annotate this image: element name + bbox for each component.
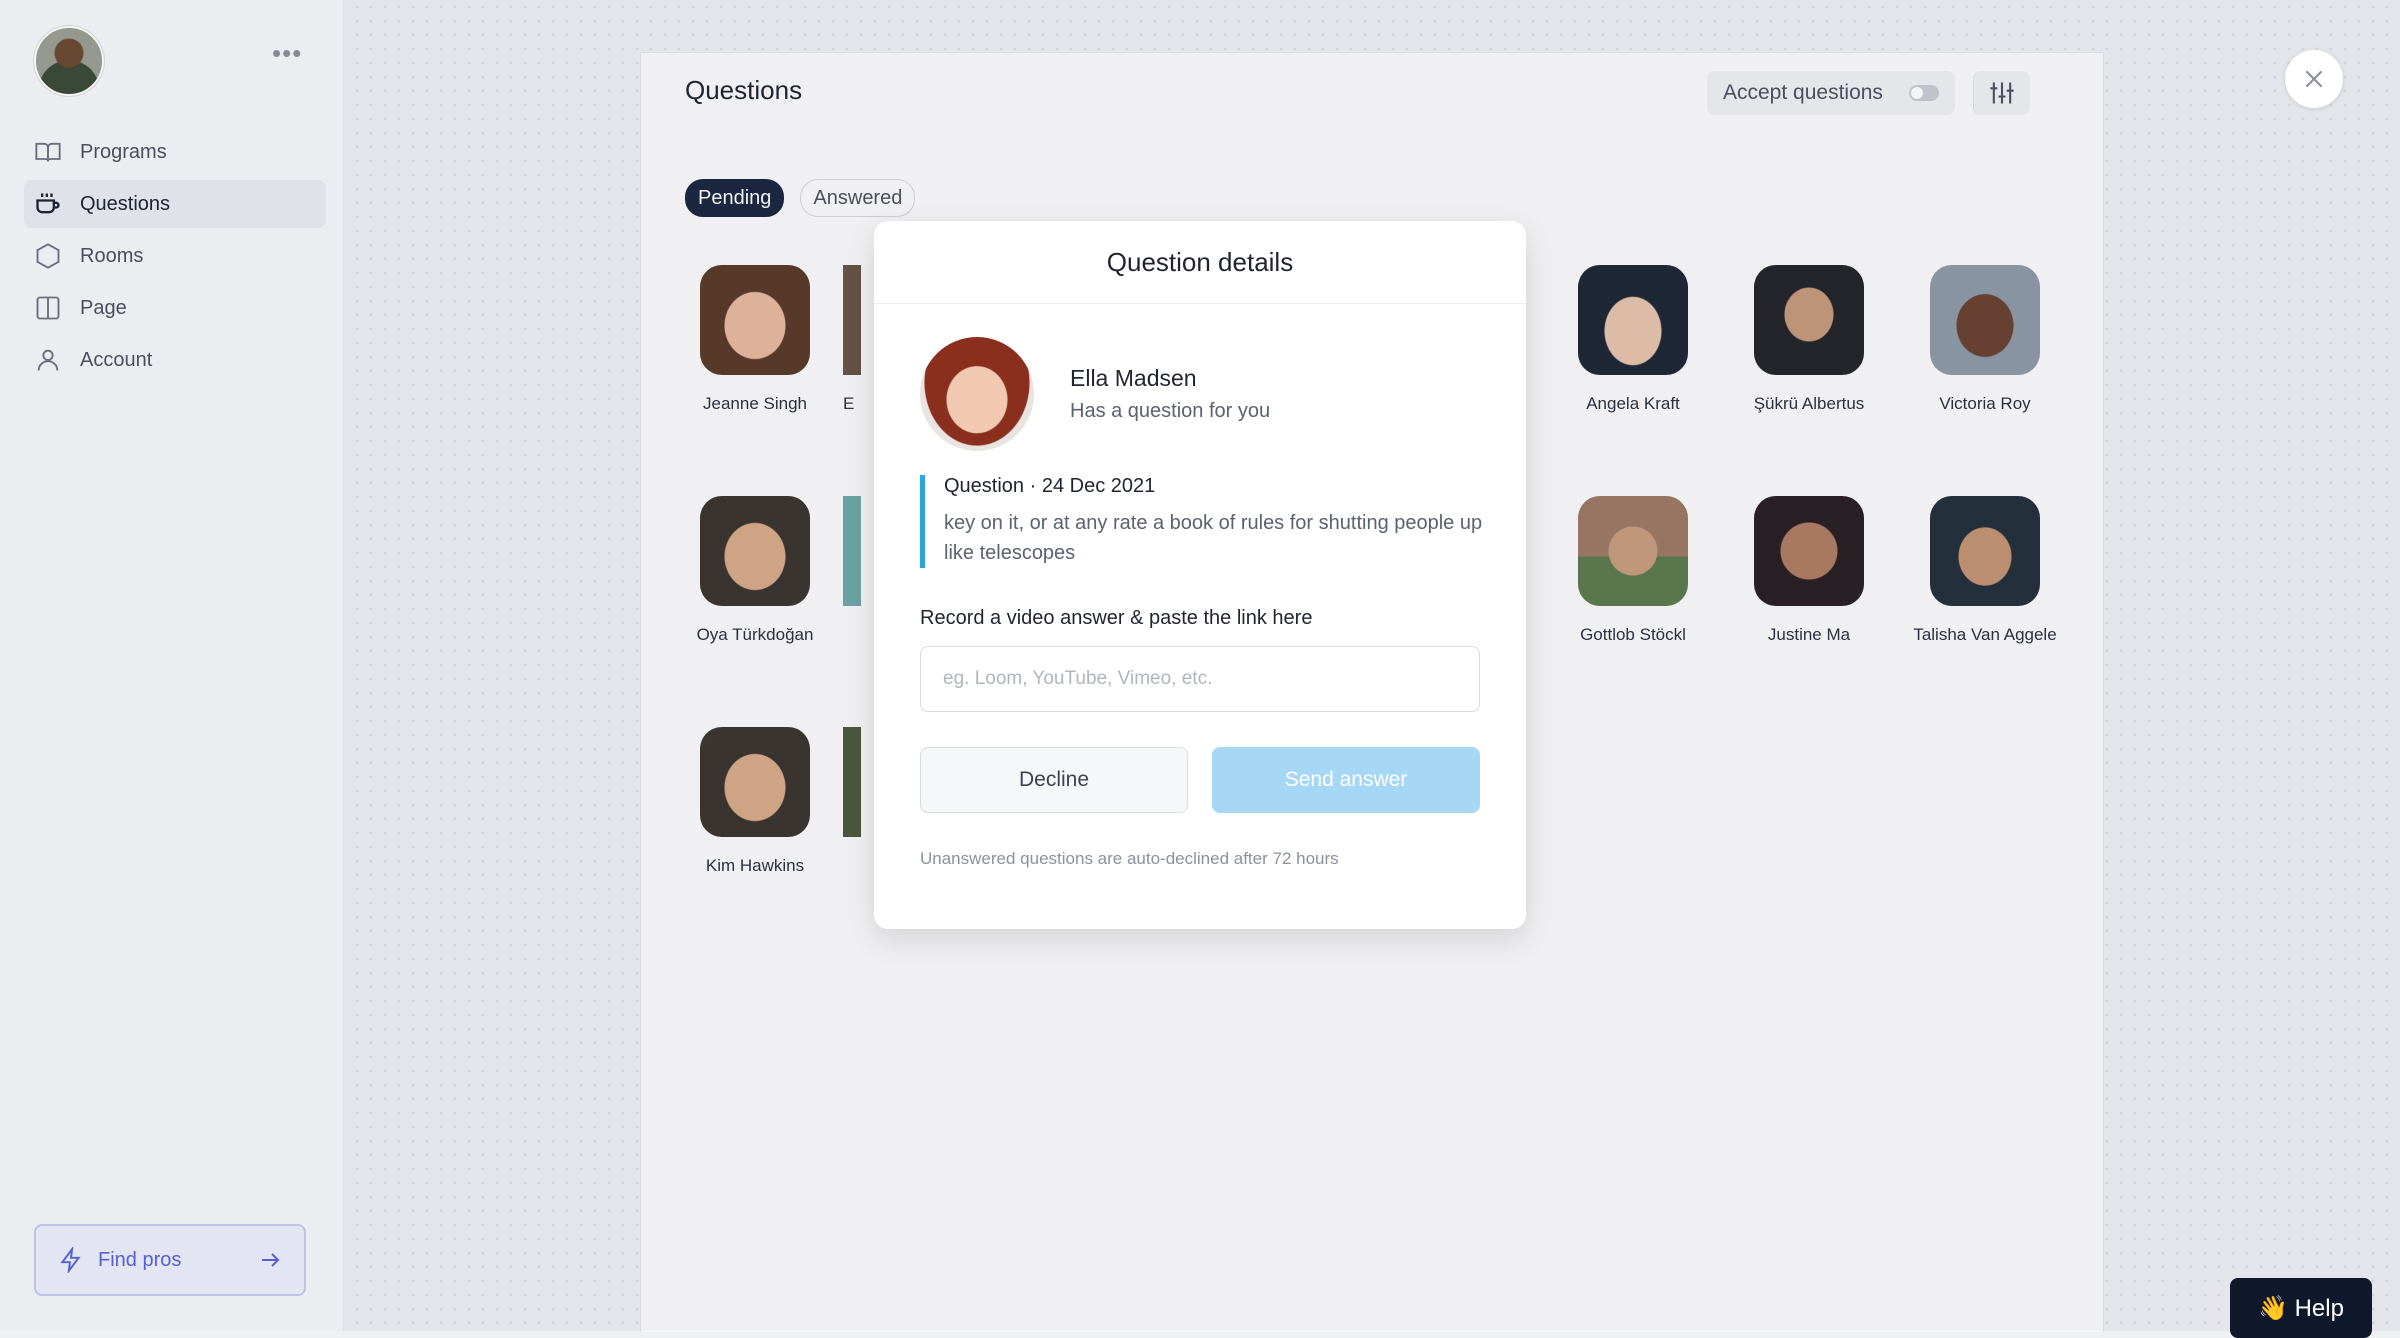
record-label: Record a video answer & paste the link h… <box>920 607 1313 629</box>
decline-button[interactable]: Decline <box>920 747 1188 813</box>
modal-title: Question details <box>874 221 1526 304</box>
asker-name: Ella Madsen <box>1070 365 1197 391</box>
question-block: Question · 24 Dec 2021 key on it, or at … <box>920 475 1504 568</box>
question-heading: Question · 24 Dec 2021 <box>944 475 1156 497</box>
question-text: key on it, or at any rate a book of rule… <box>944 512 1483 564</box>
video-link-input[interactable] <box>920 646 1480 712</box>
asker-subtitle: Has a question for you <box>1070 400 1271 422</box>
asker-info: Ella Madsen Has a question for you <box>920 337 1270 451</box>
asker-avatar <box>920 337 1034 451</box>
send-answer-button[interactable]: Send answer <box>1212 747 1480 813</box>
question-details-modal: Question details Ella Madsen Has a quest… <box>874 221 1526 929</box>
auto-decline-note: Unanswered questions are auto-declined a… <box>920 849 1339 868</box>
help-button[interactable]: 👋 Help <box>2230 1278 2372 1338</box>
close-button[interactable] <box>2285 50 2343 108</box>
close-icon <box>2305 70 2323 88</box>
